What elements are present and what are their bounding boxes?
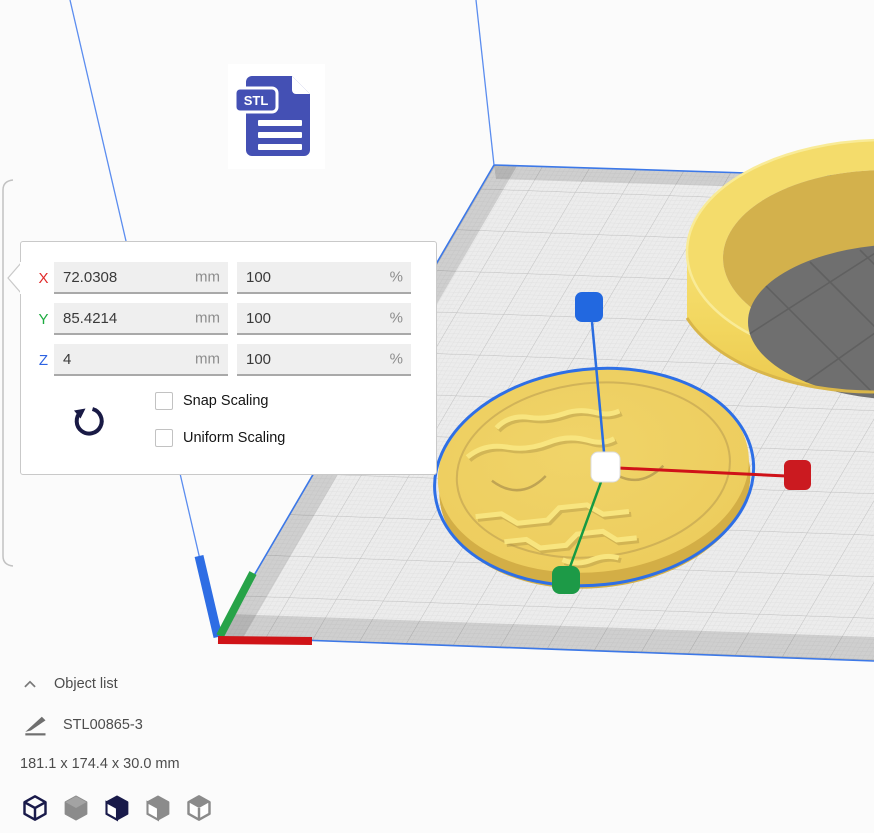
scale-x-percent-input[interactable]: [237, 262, 411, 292]
pencil-icon: [22, 714, 47, 736]
cube-open-gray-icon[interactable]: [184, 794, 214, 822]
axis-y-label: Y: [33, 311, 54, 328]
scale-y-mm-field: mm: [54, 303, 228, 335]
uniform-scaling-checkbox[interactable]: [155, 429, 173, 447]
scale-x-percent-field: %: [237, 262, 411, 294]
scale-y-percent-field: %: [237, 303, 411, 335]
uniform-scaling-label: Uniform Scaling: [183, 430, 285, 446]
panel-pointer-notch: [6, 262, 22, 294]
cube-solid-icon[interactable]: [61, 794, 91, 822]
scale-tool-panel: X mm % Y mm % Z mm %: [20, 241, 437, 475]
scale-gizmo-center-handle[interactable]: [591, 452, 620, 482]
scale-z-mm-field: mm: [54, 344, 228, 376]
cube-wireframe-icon[interactable]: [20, 794, 50, 822]
axis-z-label: Z: [33, 352, 54, 369]
object-list-title: Object list: [54, 676, 118, 692]
reset-scale-button[interactable]: [69, 400, 125, 466]
scale-z-mm-input[interactable]: [54, 344, 228, 374]
scale-gizmo-handle-z[interactable]: [575, 292, 603, 322]
snap-scaling-checkbox[interactable]: [155, 392, 173, 410]
scale-z-percent-input[interactable]: [237, 344, 411, 374]
stl-file-icon[interactable]: STL: [228, 64, 325, 169]
scale-z-percent-field: %: [237, 344, 411, 376]
object-name: STL00865-3: [63, 717, 143, 733]
view-options-row: [20, 794, 420, 822]
cube-face-gray-icon[interactable]: [143, 794, 173, 822]
scale-gizmo-handle-y[interactable]: [552, 566, 580, 594]
object-list-panel: Object list STL00865-3 181.1 x 174.4 x 3…: [0, 676, 420, 822]
file-type-label: STL: [244, 93, 269, 108]
toolbar-panel-edge: [3, 180, 13, 566]
collapse-chevron-icon[interactable]: [22, 677, 38, 691]
scale-row-z: Z mm %: [33, 344, 420, 376]
scale-y-percent-input[interactable]: [237, 303, 411, 333]
reset-rotate-icon: [69, 400, 109, 442]
object-dimensions: 181.1 x 174.4 x 30.0 mm: [20, 756, 420, 772]
scale-row-x: X mm %: [33, 262, 420, 294]
scale-x-mm-input[interactable]: [54, 262, 228, 292]
scale-row-y: Y mm %: [33, 303, 420, 335]
axis-x-label: X: [33, 270, 54, 287]
scale-y-mm-input[interactable]: [54, 303, 228, 333]
scale-x-mm-field: mm: [54, 262, 228, 294]
snap-scaling-label: Snap Scaling: [183, 393, 268, 409]
scale-gizmo-handle-x[interactable]: [784, 460, 811, 490]
cube-half-dark-icon[interactable]: [102, 794, 132, 822]
object-list-item[interactable]: STL00865-3: [0, 714, 420, 736]
